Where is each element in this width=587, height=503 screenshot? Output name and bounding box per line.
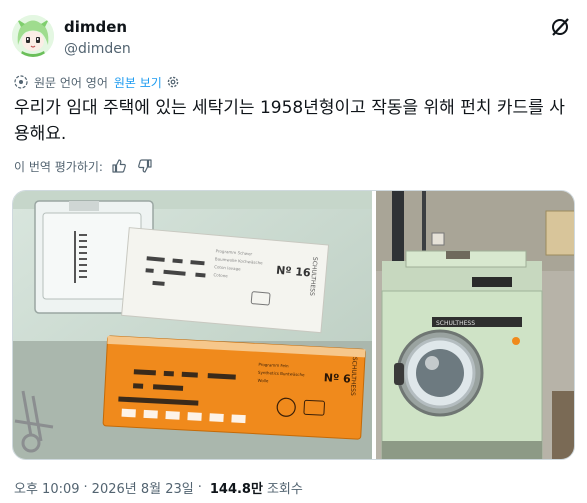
translate-icon [14, 75, 28, 89]
meta-separator-2: · [197, 480, 202, 495]
anime-avatar-icon [12, 15, 54, 57]
user-handle[interactable]: @dimden [64, 39, 131, 59]
tweet-text: 우리가 임대 주택에 있는 세탁기는 1958년형이고 작동을 위해 펀치 카드… [14, 98, 565, 144]
view-count-label: 조회수 [266, 482, 303, 497]
thumbs-down-icon[interactable] [137, 158, 153, 174]
machine-brand: SCHULTHESS [436, 320, 475, 327]
translation-info: 원문 언어 영어 원본 보기 [14, 73, 180, 91]
display-name[interactable]: dimden [64, 18, 131, 37]
tweet-time[interactable]: 오후 10:09 [14, 478, 80, 497]
rate-label: 이 번역 평가하기: [14, 159, 103, 174]
rate-translation: 이 번역 평가하기: [14, 157, 163, 175]
show-original-link[interactable]: 원본 보기 [114, 74, 162, 91]
washing-machine-photo[interactable]: SCHULTHESS [376, 191, 574, 459]
translation-label: 원문 언어 영어 [34, 75, 108, 90]
tweet-date[interactable]: 2026년 8월 23일 [92, 478, 194, 497]
grok-icon[interactable] [549, 16, 571, 38]
card-number-6: Nº 6 [323, 371, 351, 385]
gear-icon[interactable] [166, 75, 180, 89]
tweet-header: dimden @dimden [12, 12, 575, 60]
tweet-media: Programm Schwer Baumwolle Kochwäsche Cot… [12, 190, 575, 460]
thumbs-up-icon[interactable] [111, 158, 127, 174]
svg-text:Wolle: Wolle [257, 378, 269, 384]
avatar[interactable] [12, 15, 54, 57]
view-count: 144.8만 [209, 482, 263, 497]
tweet-meta: 오후 10:09 · 2026년 8월 23일 · 144.8만 조회수 [14, 478, 303, 497]
punch-cards-photo[interactable]: Programm Schwer Baumwolle Kochwäsche Cot… [13, 191, 372, 459]
meta-separator: · [83, 480, 88, 495]
